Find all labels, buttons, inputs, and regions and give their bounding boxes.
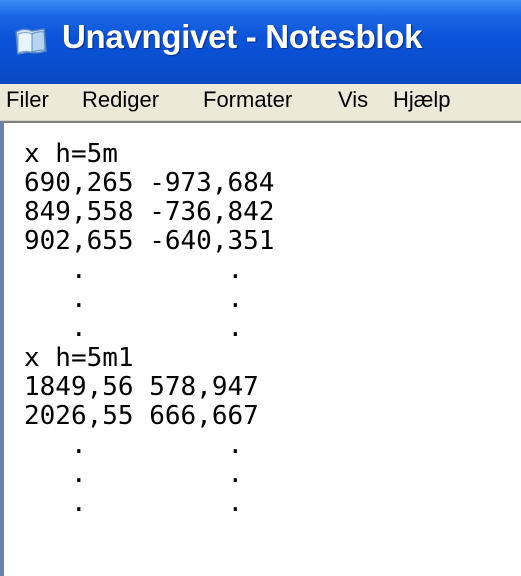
text-line: 902,655 -640,351 — [24, 226, 275, 256]
text-editor[interactable]: x h=5m 690,265 -973,684 849,558 -736,842… — [0, 121, 521, 576]
text-line: 2026,55 666,667 — [24, 401, 259, 431]
menu-edit[interactable]: Rediger — [82, 87, 159, 113]
text-line: . . — [24, 313, 244, 343]
text-line: . . — [24, 255, 244, 285]
window-title: Unavngivet - Notesblok — [62, 18, 423, 55]
title-bar[interactable]: Unavngivet - Notesblok — [0, 0, 521, 84]
text-line: x h=5m — [24, 139, 118, 169]
text-line: . . — [24, 284, 244, 314]
menu-view[interactable]: Vis — [338, 87, 368, 113]
menu-bar: Filer Rediger Formater Vis Hjælp — [0, 84, 521, 121]
text-line: . . — [24, 488, 244, 518]
menu-file[interactable]: Filer — [6, 87, 49, 113]
menu-format[interactable]: Formater — [203, 87, 292, 113]
notepad-window: Unavngivet - Notesblok Filer Rediger For… — [0, 0, 521, 576]
text-line: 849,558 -736,842 — [24, 197, 275, 227]
notepad-icon — [15, 28, 47, 55]
text-line: . . — [24, 430, 244, 460]
text-line: . . — [24, 459, 244, 489]
text-line: 690,265 -973,684 — [24, 168, 275, 198]
menu-help[interactable]: Hjælp — [393, 87, 450, 113]
text-line: 1849,56 578,947 — [24, 372, 259, 402]
text-line: x h=5m1 — [24, 343, 134, 373]
